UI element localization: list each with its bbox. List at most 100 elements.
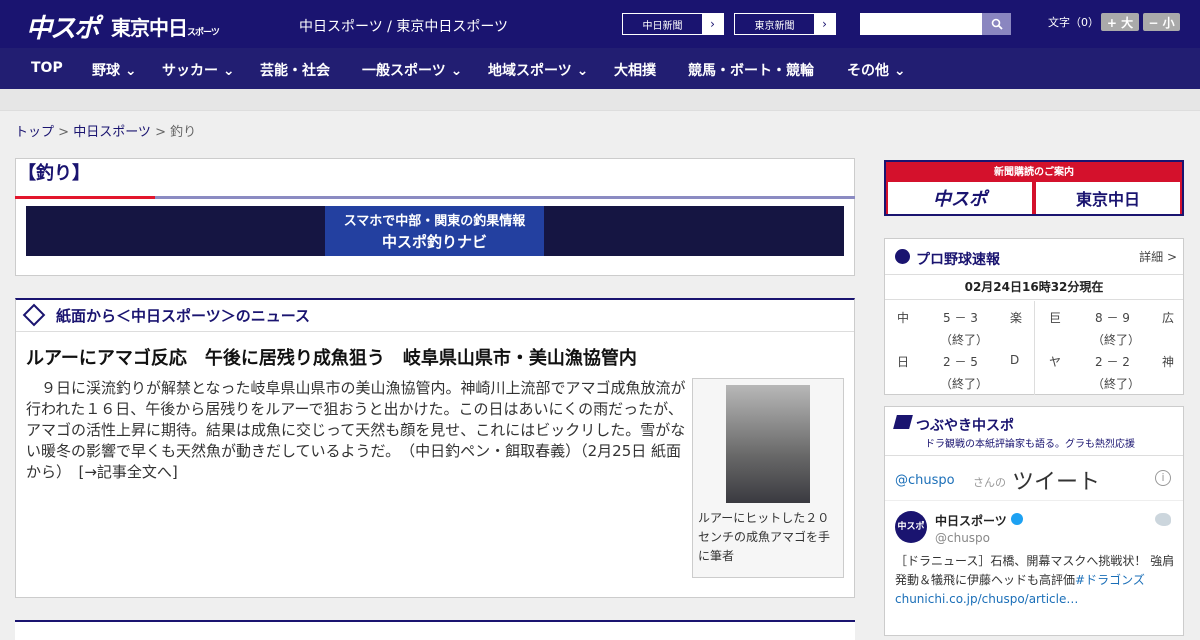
nav-top[interactable]: TOP <box>31 60 63 76</box>
twitter-bird-icon[interactable] <box>1155 513 1171 526</box>
account-handle[interactable]: @chuspo <box>935 531 990 545</box>
tweet-subtitle: ドラ観戦の本紙評論家も語る。グラも熱烈応援 <box>925 439 1135 450</box>
breadcrumb-current: 釣り <box>170 125 197 140</box>
game1-away: 楽 <box>1010 311 1023 325</box>
news-box: 紙面から＜中日スポーツ＞のニュース ルアーにアマゴ反応 午後に居残り成魚狙う 岐… <box>15 298 855 598</box>
search-input[interactable] <box>860 13 982 35</box>
nav-other[interactable]: その他 ⌄ <box>847 60 906 80</box>
search-form <box>860 13 1011 35</box>
tweet-user-link[interactable]: @chuspo <box>895 473 955 488</box>
chunichi-shimbun-link[interactable]: 中日新聞 › <box>622 13 724 35</box>
tweet-hashtag[interactable]: #ドラゴンズ <box>1075 573 1145 587</box>
top-header: 中スポ 東京中日スポーツ 中日スポーツ / 東京中日スポーツ 中日新聞 › 東京新… <box>0 0 1200 48</box>
site-title: 中日スポーツ / 東京中日スポーツ <box>299 19 509 35</box>
nav-baseball[interactable]: 野球 ⌄ <box>92 60 137 80</box>
game3-home: 日 <box>897 355 910 369</box>
banner-sub: 中スポ釣りナビ <box>381 233 487 251</box>
nav-general-sports[interactable]: 一般スポーツ ⌄ <box>362 60 462 80</box>
search-button[interactable] <box>982 13 1011 35</box>
subscribe-chuspo-logo[interactable]: 中スポ <box>888 182 1032 214</box>
nav-regional-sports[interactable]: 地域スポーツ ⌄ <box>488 60 588 80</box>
banner-content: スマホで中部・関東の釣果情報 中スポ釣りナビ <box>325 206 544 256</box>
score-divider <box>1034 301 1035 395</box>
account-name-row[interactable]: 中日スポーツ <box>935 512 1023 529</box>
nav-horse-racing[interactable]: 競馬・ボート・競輪 <box>688 60 814 80</box>
nav-baseball-label: 野球 <box>92 63 120 79</box>
megaphone-icon <box>893 415 913 429</box>
chevron-right-icon: › <box>702 14 723 34</box>
tweet-title: つぶやき中スポ <box>916 418 1014 434</box>
global-nav: TOP 野球 ⌄ サッカー ⌄ 芸能・社会 一般スポーツ ⌄ 地域スポーツ ⌄ … <box>0 48 1200 89</box>
tokyo-shimbun-label: 東京新聞 <box>754 20 795 32</box>
score-timestamp: 02月24日16時32分現在 <box>885 274 1183 300</box>
photo-caption: ルアーにヒットした２０センチの成魚アマゴを手に筆者 <box>698 511 831 563</box>
nav-sumo[interactable]: 大相撲 <box>614 60 656 80</box>
header-spacer <box>0 89 1200 111</box>
tokyo-logo-small: スポーツ <box>187 28 220 38</box>
article-body: ９日に渓流釣りが解禁となった岐阜県山県市の美山漁協管内。神崎川上流部でアマゴ成魚… <box>26 379 686 481</box>
baseball-title: プロ野球速報 <box>916 252 1000 268</box>
nav-soccer-label: サッカー <box>162 63 218 79</box>
tweet-word: ツイート <box>1012 470 1101 495</box>
avatar[interactable]: 中スポ <box>895 511 927 543</box>
nav-entertainment[interactable]: 芸能・社会 <box>260 60 330 80</box>
chevron-down-icon: ⌄ <box>893 63 906 79</box>
baseball-scores-card: プロ野球速報 詳細 > 02月24日16時32分現在 <box>884 238 1184 395</box>
tokyo-chunichi-logo[interactable]: 東京中日スポーツ <box>111 12 220 41</box>
game3-away: D <box>1010 353 1020 367</box>
article-photo: ルアーにヒットした２０センチの成魚アマゴを手に筆者 <box>692 378 844 578</box>
breadcrumb: トップ > 中日スポーツ > 釣り <box>15 125 197 140</box>
tweet-user-suffix: さんの <box>973 476 1006 489</box>
subscribe-banner[interactable]: 新聞購読のご案内 中スポ 東京中日 <box>884 160 1184 216</box>
search-icon <box>991 18 1003 30</box>
font-smaller-button[interactable]: − 小 <box>1143 13 1180 31</box>
subscribe-tokyo-logo[interactable]: 東京中日 <box>1036 182 1180 214</box>
twitter-card: つぶやき中スポ ドラ観戦の本紙評論家も語る。グラも熱烈応援 @chuspo さんの… <box>884 406 1184 636</box>
game4-home: ヤ <box>1049 355 1062 369</box>
news-heading: 紙面から＜中日スポーツ＞のニュース <box>16 300 854 332</box>
game4-score[interactable]: 2 － 2 <box>1095 353 1130 370</box>
tweet-header: @chuspo さんの ツイート i <box>885 455 1183 501</box>
chevron-down-icon: ⌄ <box>450 63 463 79</box>
banner-text: スマホで中部・関東の釣果情報 <box>343 214 526 229</box>
game1-status: （終了） <box>940 333 989 347</box>
game2-away: 広 <box>1162 311 1175 325</box>
nav-other-label: その他 <box>847 63 889 79</box>
news-heading-text: 紙面から＜中日スポーツ＞のニュース <box>56 307 310 325</box>
breadcrumb-section[interactable]: 中日スポーツ <box>73 125 151 140</box>
game2-status: （終了） <box>1092 333 1141 347</box>
chuspo-logo[interactable]: 中スポ <box>26 8 100 45</box>
section-title: 【釣り】 <box>18 163 90 184</box>
subscribe-text: 新聞購読のご案内 <box>994 167 1074 178</box>
account-name: 中日スポーツ <box>935 514 1007 528</box>
next-news-box <box>15 620 855 640</box>
game1-home: 中 <box>897 311 910 325</box>
game2-score[interactable]: 8 － 9 <box>1095 309 1130 326</box>
game3-status: （終了） <box>940 377 989 391</box>
game4-away: 神 <box>1162 355 1175 369</box>
fishing-navi-banner[interactable]: スマホで中部・関東の釣果情報 中スポ釣りナビ <box>26 206 844 256</box>
newspaper-icon <box>22 303 46 327</box>
angler-photo[interactable] <box>726 385 810 503</box>
baseball-icon <box>895 249 910 264</box>
tokyo-logo-text: 東京中日 <box>111 16 188 40</box>
breadcrumb-home[interactable]: トップ <box>15 125 54 140</box>
font-larger-button[interactable]: + 大 <box>1101 13 1139 31</box>
verified-icon <box>1010 513 1023 525</box>
nav-soccer[interactable]: サッカー ⌄ <box>162 60 235 80</box>
article-title[interactable]: ルアーにアマゴ反応 午後に居残り成魚狙う 岐阜県山県市・美山漁協管内 <box>26 344 637 370</box>
baseball-details-link[interactable]: 詳細 > <box>1139 248 1177 265</box>
section-underline <box>15 196 855 199</box>
info-icon[interactable]: i <box>1155 470 1171 486</box>
chevron-right-icon: › <box>814 14 835 34</box>
game2-home: 巨 <box>1049 311 1062 325</box>
tokyo-shimbun-link[interactable]: 東京新聞 › <box>734 13 836 35</box>
game3-score[interactable]: 2 － 5 <box>943 353 978 370</box>
tweet-text: ［ドラニュース］石橋、開幕マスクへ挑戦状！ 強肩発動＆犠飛に伊藤ヘッドも高評価#… <box>895 552 1175 609</box>
chevron-down-icon: ⌄ <box>124 63 137 79</box>
nav-general-sports-label: 一般スポーツ <box>362 63 446 79</box>
font-size-label: 文字（0） <box>1048 16 1099 29</box>
tweet-link[interactable]: chunichi.co.jp/chuspo/article… <box>895 592 1078 606</box>
chevron-down-icon: ⌄ <box>576 63 589 79</box>
game1-score[interactable]: 5 － 3 <box>943 309 978 326</box>
